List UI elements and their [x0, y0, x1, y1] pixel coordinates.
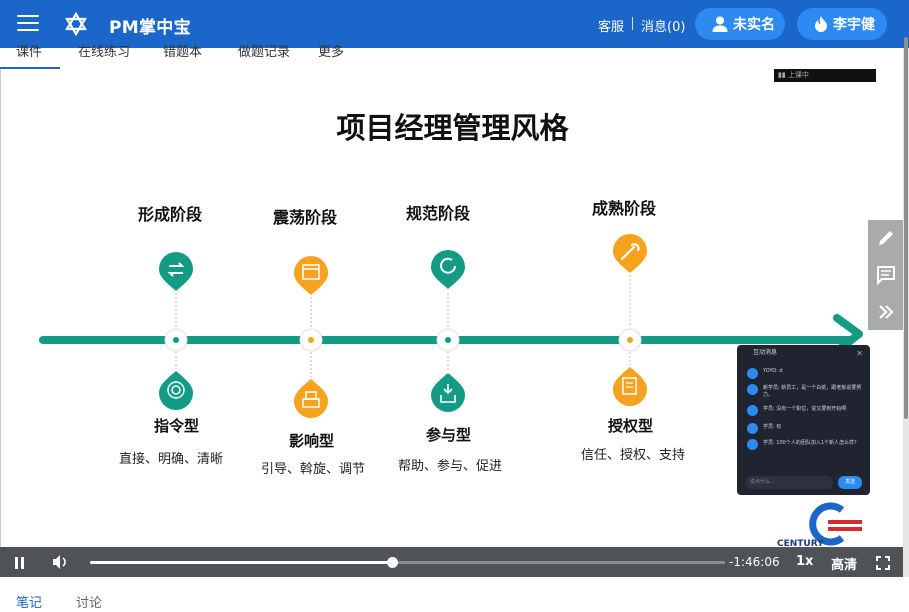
divider	[632, 17, 633, 30]
avatar	[747, 439, 758, 450]
stage-label: 规范阶段	[406, 204, 471, 223]
tab-notes[interactable]: 笔记	[16, 592, 42, 611]
app-title: PM掌中宝	[109, 18, 191, 38]
style-name: 参与型	[426, 426, 472, 444]
video-player[interactable]: ▮▮ 上课中 项目经理管理风格 形成阶段 震荡阶段 规范阶段 成熟阶段 指令型 …	[0, 69, 904, 549]
close-icon[interactable]: ✕	[856, 349, 863, 358]
refresh-icon	[431, 250, 465, 289]
avatar	[747, 384, 758, 395]
target-icon	[159, 371, 193, 410]
tab-discussion[interactable]: 讨论	[76, 592, 102, 611]
timeline-arrow	[833, 314, 863, 352]
course-tabs: 课件 在线练习 错题本 做题记录 更多	[0, 40, 909, 69]
volume-icon[interactable]	[52, 554, 68, 574]
scroll-thumb[interactable]	[904, 37, 908, 419]
menu-icon[interactable]	[17, 15, 39, 33]
avatar	[747, 423, 758, 434]
comment-icon[interactable]	[868, 257, 904, 293]
side-toolbar	[868, 220, 904, 330]
collapse-icon[interactable]	[868, 294, 904, 330]
chat-text: 有	[776, 424, 782, 430]
real-name-label: 未实名	[733, 17, 775, 33]
chat-sender: 学员	[763, 406, 774, 412]
progress-bar[interactable]	[90, 557, 725, 568]
chat-panel: 互动消息 ✕ YOYO: d 新学员: 新员工，是一个白纸，跟老板说要努力。 学…	[737, 345, 870, 495]
chat-sender: 学员	[763, 424, 774, 430]
progress-handle[interactable]	[386, 557, 398, 568]
style-name: 授权型	[608, 417, 654, 435]
chat-text: d	[779, 368, 783, 374]
style-desc: 直接、明确、清晰	[119, 452, 224, 467]
star-logo-icon	[65, 12, 87, 36]
time-remaining: -1:46:06	[729, 555, 780, 569]
real-name-button[interactable]: 未实名	[695, 8, 785, 40]
calendar-icon	[294, 256, 328, 295]
chat-message: YOYO: d	[747, 368, 865, 379]
chat-input[interactable]: 说点什么...	[745, 476, 833, 489]
service-link[interactable]: 客服	[598, 16, 624, 35]
chat-message: 新学员: 新员工，是一个白纸，跟老板说要努力。	[747, 384, 865, 398]
user-name: 李宇健	[833, 17, 875, 33]
style-name: 指令型	[154, 417, 200, 435]
user-button[interactable]: 李宇健	[797, 8, 887, 40]
style-name: 影响型	[289, 432, 335, 450]
tab-records[interactable]: 做题记录	[238, 41, 290, 60]
pencil-icon[interactable]	[868, 220, 904, 256]
fullscreen-icon[interactable]	[876, 555, 890, 574]
avatar	[747, 405, 758, 416]
stage-label: 形成阶段	[138, 205, 203, 224]
quality-button[interactable]: 高清	[831, 554, 857, 573]
pause-icon[interactable]	[14, 555, 26, 574]
swap-icon	[159, 252, 193, 291]
playback-rate-button[interactable]: 1x	[796, 554, 813, 569]
style-desc: 引导、斡旋、调节	[261, 462, 366, 477]
fire-icon	[815, 16, 827, 32]
chat-sender: 新学员	[763, 385, 779, 391]
stage-label: 成熟阶段	[592, 199, 657, 218]
chat-message: 学员: 有	[747, 423, 865, 434]
player-controls: -1:46:06 1x 高清	[0, 547, 903, 577]
chat-message: 学员: 没有一个职位，说又要到开始啊	[747, 405, 865, 416]
chat-sender: YOYO	[763, 368, 777, 374]
chat-text: 100个人的团队加入1个新人怎么样？	[776, 440, 860, 446]
stage-label: 震荡阶段	[273, 208, 338, 227]
messages-link[interactable]: 消息(0)	[641, 16, 685, 35]
send-button[interactable]: 发送	[838, 476, 862, 489]
style-desc: 帮助、参与、促进	[398, 459, 503, 474]
wrench-icon	[613, 234, 647, 273]
user-icon	[712, 16, 728, 32]
chat-title: 互动消息	[753, 349, 778, 356]
chat-sender: 学员	[763, 440, 774, 446]
tab-courseware[interactable]: 课件	[16, 41, 42, 60]
chat-text: 没有一个职位，说又要到开始啊	[776, 406, 847, 412]
page-scrollbar[interactable]	[903, 37, 909, 577]
chat-text: 新员工，是一个白纸，跟老板说要努力。	[763, 385, 862, 398]
tab-more[interactable]: 更多	[318, 41, 344, 60]
progress-fill	[90, 561, 392, 564]
style-desc: 信任、授权、支持	[581, 448, 686, 463]
tab-wrong-book[interactable]: 错题本	[163, 41, 202, 60]
avatar	[747, 368, 758, 379]
chat-message: 学员: 100个人的团队加入1个新人怎么样？	[747, 439, 865, 450]
tab-online-practice[interactable]: 在线练习	[78, 41, 130, 60]
